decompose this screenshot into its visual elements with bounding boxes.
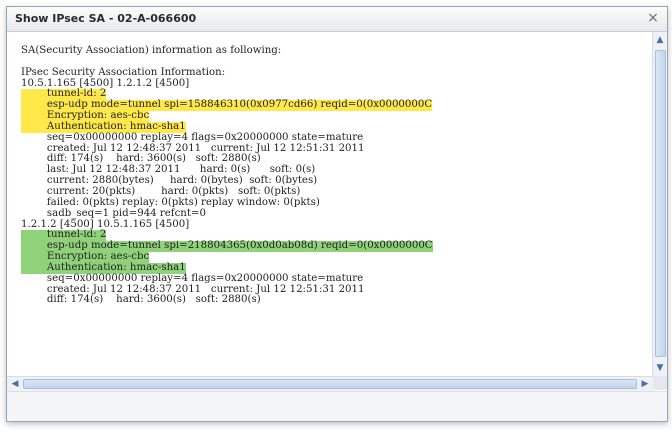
header-line: IPsec Security Association Information: [21, 66, 226, 78]
scrollbar-corner [653, 376, 667, 390]
ipsec-sa-dialog: Show IPsec SA - 02-A-066600 × SA(Securit… [6, 6, 668, 422]
sa1-detail-line: seq=0x00000000 replay=4 flags=0x20000000… [21, 131, 364, 143]
scroll-down-icon[interactable]: ▼ [654, 362, 666, 374]
dialog-titlebar[interactable]: Show IPsec SA - 02-A-066600 × [7, 7, 667, 32]
scroll-left-icon[interactable]: ◀ [9, 378, 21, 390]
sa-output-text: SA(Security Association) information as … [7, 32, 653, 306]
dialog-title: Show IPsec SA - 02-A-066600 [15, 12, 197, 25]
sa2-peer-line: 1.2.1.2 [4500] 10.5.1.165 [4500] [21, 218, 190, 230]
sa1-detail-line: diff: 174(s) hard: 3600(s) soft: 2880(s) [21, 153, 261, 165]
sa1-detail-line: sadb_seq=1 pid=944 refcnt=0 [21, 207, 206, 219]
scroll-up-icon[interactable]: ▲ [654, 34, 666, 46]
sa-output-panel: SA(Security Association) information as … [7, 32, 653, 376]
sa1-highlight-block: tunnel-id: 2 esp-udp mode=tunnel spi=158… [21, 88, 433, 133]
intro-line: SA(Security Association) information as … [21, 45, 282, 56]
sa1-peer-line: 10.5.1.165 [4500] 1.2.1.2 [4500] [21, 77, 190, 89]
scroll-right-icon[interactable]: ▶ [639, 378, 651, 390]
sa1-detail-line: failed: 0(pkts) replay: 0(pkts) replay w… [21, 196, 320, 208]
sa2-detail-line: diff: 174(s) hard: 3600(s) soft: 2880(s) [21, 294, 261, 306]
sa2-highlight-block: tunnel-id: 2 esp-udp mode=tunnel spi=218… [21, 229, 433, 274]
sa2-detail-line: created: Jul 12 12:48:37 2011 current: J… [21, 283, 365, 295]
vertical-scrollbar[interactable]: ▲ ▼ [652, 32, 667, 376]
sa1-detail-line: current: 2880(bytes) hard: 0(bytes) soft… [21, 175, 318, 187]
horizontal-scrollbar[interactable]: ◀ ▶ [7, 376, 653, 391]
dialog-footer [7, 391, 667, 421]
sa2-detail-line: seq=0x00000000 replay=4 flags=0x20000000… [21, 272, 364, 284]
sa1-detail-line: current: 20(pkts) hard: 0(pkts) soft: 0(… [21, 185, 301, 197]
sa1-detail-line: created: Jul 12 12:48:37 2011 current: J… [21, 142, 365, 154]
close-icon[interactable]: × [645, 10, 661, 26]
sa1-detail-line: last: Jul 12 12:48:37 2011 hard: 0(s) so… [21, 164, 316, 176]
horizontal-scroll-thumb[interactable] [23, 379, 637, 389]
vertical-scroll-thumb[interactable] [655, 50, 666, 357]
